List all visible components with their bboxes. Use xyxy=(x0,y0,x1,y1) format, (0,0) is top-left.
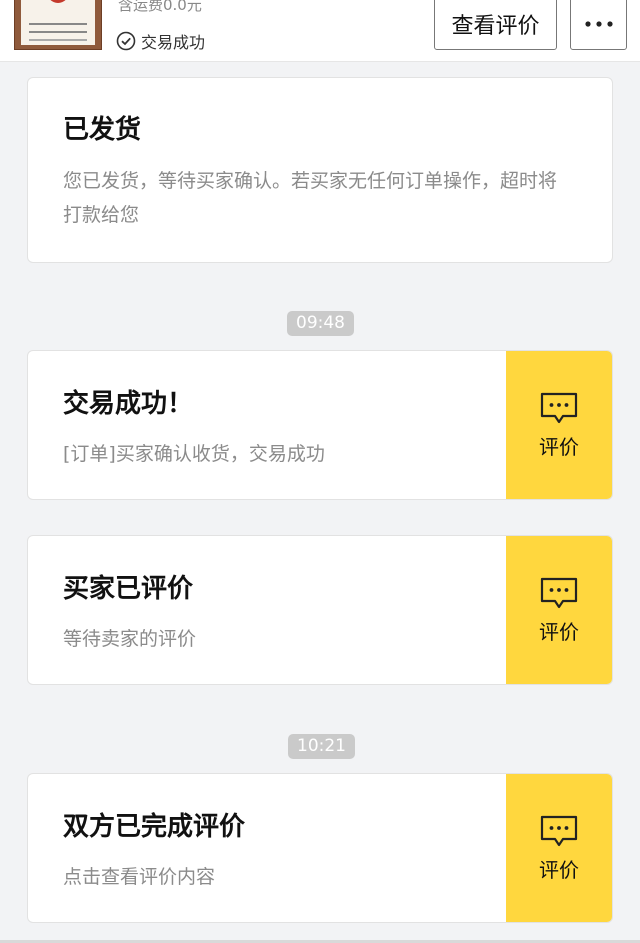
buyer-reviewed-card[interactable]: 买家已评价 等待卖家的评价 评价 xyxy=(27,535,613,685)
more-button[interactable] xyxy=(570,0,627,50)
card-title: 已发货 xyxy=(63,115,142,145)
card-description: 您已发货，等待买家确认。若买家无任何订单操作，超时将打款给您 xyxy=(63,170,558,226)
product-thumbnail[interactable] xyxy=(14,0,102,50)
review-label: 评价 xyxy=(539,434,579,459)
order-summary-header: 含运费0.0元 交易成功 查看评价 xyxy=(0,0,640,62)
check-circle-icon xyxy=(116,31,136,51)
chat-bubble-icon xyxy=(540,392,578,423)
shipping-fee: 含运费0.0元 xyxy=(118,0,202,14)
timestamp-chip: 09:48 xyxy=(287,311,354,336)
order-status: 交易成功 xyxy=(116,29,205,53)
more-dots-icon xyxy=(584,21,613,27)
shipped-card: 已发货 您已发货，等待买家确认。若买家无任何订单操作，超时将打款给您 xyxy=(27,77,613,263)
transaction-success-card[interactable]: 交易成功！ [订单]买家确认收货，交易成功 评价 xyxy=(27,350,613,500)
review-button[interactable]: 评价 xyxy=(506,536,612,684)
review-button[interactable]: 评价 xyxy=(506,351,612,499)
review-label: 评价 xyxy=(539,619,579,644)
review-label: 评价 xyxy=(539,857,579,882)
timestamp-chip: 10:21 xyxy=(288,734,355,759)
both-reviewed-card[interactable]: 双方已完成评价 点击查看评价内容 评价 xyxy=(27,773,613,923)
chat-bubble-icon xyxy=(540,577,578,608)
order-status-label: 交易成功 xyxy=(141,33,206,52)
view-review-button[interactable]: 查看评价 xyxy=(434,0,557,50)
chat-bubble-icon xyxy=(540,815,578,846)
review-button[interactable]: 评价 xyxy=(506,774,612,922)
